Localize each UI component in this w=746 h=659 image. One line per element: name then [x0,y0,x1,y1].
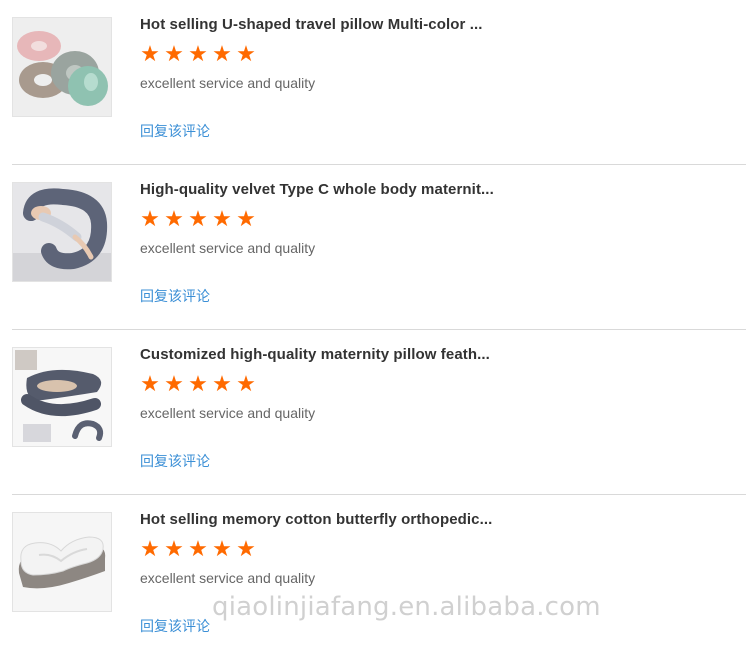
star-icon: ★ [164,536,184,561]
star-icon: ★ [212,536,232,561]
review-list: Hot selling U-shaped travel pillow Multi… [0,0,746,659]
star-icon: ★ [188,536,208,561]
star-rating: ★ ★ ★ ★ ★ [139,373,257,395]
star-icon: ★ [164,41,184,66]
reply-link[interactable]: 回复该评论 [140,451,210,471]
star-rating: ★ ★ ★ ★ ★ [139,208,257,230]
review-item: Hot selling U-shaped travel pillow Multi… [12,0,746,165]
review-comment: excellent service and quality [140,405,316,421]
star-icon: ★ [164,206,184,231]
star-icon: ★ [140,206,160,231]
star-icon: ★ [140,371,160,396]
review-item: High-quality velvet Type C whole body ma… [12,165,746,330]
star-icon: ★ [188,371,208,396]
product-title[interactable]: Customized high-quality maternity pillow… [140,346,500,363]
u-shaped-travel-pillow-image [13,18,111,116]
product-thumbnail[interactable] [12,17,112,117]
reply-link[interactable]: 回复该评论 [140,286,210,306]
product-thumbnail[interactable] [12,512,112,612]
product-thumbnail[interactable] [12,182,112,282]
c-shaped-body-pillow-image [13,183,111,281]
star-icon: ★ [140,41,160,66]
star-icon: ★ [188,206,208,231]
butterfly-memory-pillow-image [13,513,111,611]
product-title[interactable]: Hot selling U-shaped travel pillow Multi… [140,16,500,33]
product-title[interactable]: High-quality velvet Type C whole body ma… [140,181,500,198]
review-comment: excellent service and quality [140,240,316,256]
reply-link[interactable]: 回复该评论 [140,121,210,141]
reply-link[interactable]: 回复该评论 [140,616,210,636]
star-icon: ★ [236,206,256,231]
star-icon: ★ [212,41,232,66]
star-icon: ★ [236,41,256,66]
star-rating: ★ ★ ★ ★ ★ [139,538,257,560]
review-comment: excellent service and quality [140,75,316,91]
product-title[interactable]: Hot selling memory cotton butterfly orth… [140,511,500,528]
star-icon: ★ [212,206,232,231]
u-shaped-maternity-pillow-image [13,348,111,446]
star-icon: ★ [212,371,232,396]
review-item: Customized high-quality maternity pillow… [12,330,746,495]
star-icon: ★ [236,536,256,561]
review-comment: excellent service and quality [140,570,316,586]
star-icon: ★ [188,41,208,66]
star-icon: ★ [164,371,184,396]
star-icon: ★ [140,536,160,561]
product-thumbnail[interactable] [12,347,112,447]
star-rating: ★ ★ ★ ★ ★ [139,43,257,65]
star-icon: ★ [236,371,256,396]
review-item: Hot selling memory cotton butterfly orth… [12,495,746,659]
